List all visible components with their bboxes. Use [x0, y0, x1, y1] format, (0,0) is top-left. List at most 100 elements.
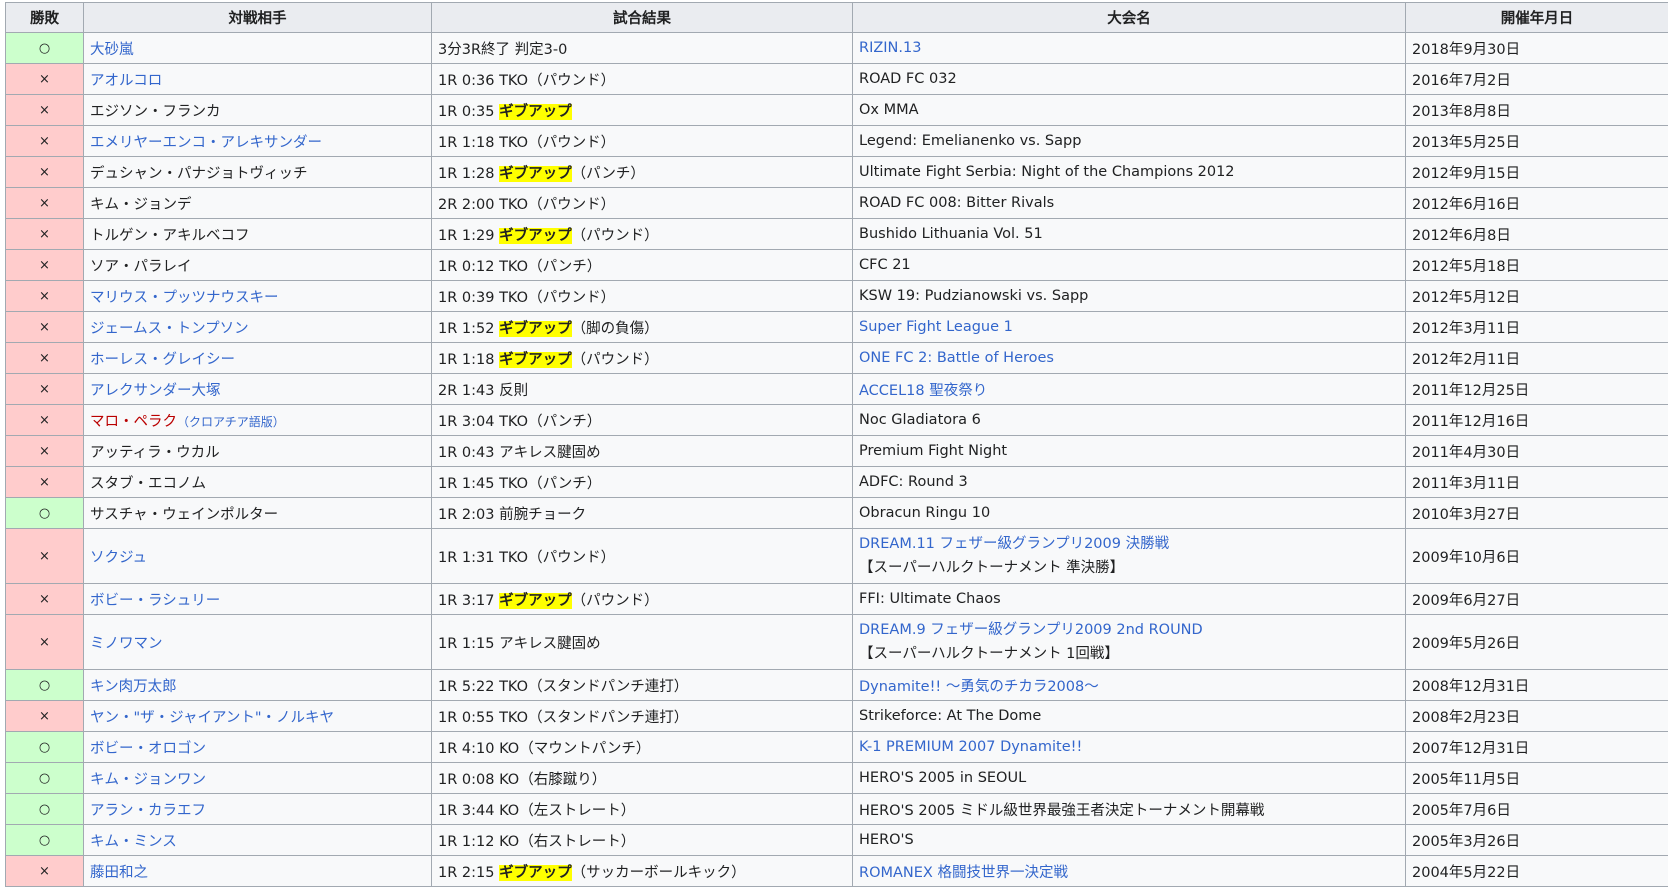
- event-date: 2013年5月25日: [1405, 125, 1668, 157]
- opponent-name[interactable]: ボビー・ラシュリー: [90, 593, 220, 609]
- match-result-text: 1R 5:22 TKO（スタンドパンチ連打）: [438, 678, 689, 695]
- opponent-name[interactable]: アラン・カラエフ: [90, 803, 206, 819]
- opponent-name[interactable]: ジェームス・トンプソン: [90, 321, 249, 337]
- match-result-cell: 1R 0:12 TKO（パンチ）: [431, 249, 853, 281]
- opponent-name[interactable]: ヤン・"ザ・ジャイアント"・ノルキヤ: [90, 710, 334, 726]
- event-cell: HERO'S: [852, 824, 1406, 856]
- giveup-highlight: ギブアップ: [499, 165, 572, 182]
- event-date: 2005年3月26日: [1405, 824, 1668, 856]
- match-result-text: 1R 3:17: [438, 592, 500, 609]
- match-result-text: 2R 1:43 反則: [438, 382, 529, 399]
- event-name: ADFC: Round 3: [859, 474, 968, 490]
- result-win-mark: ○: [5, 32, 84, 64]
- match-result-cell: 1R 3:44 KO（左ストレート）: [431, 793, 853, 825]
- event-name[interactable]: Dynamite!! 〜勇気のチカラ2008〜: [859, 679, 1099, 695]
- result-loss-mark: ×: [5, 373, 84, 405]
- opponent-name: アッティラ・ウカル: [90, 444, 220, 461]
- event-date: 2012年2月11日: [1405, 342, 1668, 374]
- event-date: 2011年4月30日: [1405, 435, 1668, 467]
- match-result-text: 1R 0:12 TKO（パンチ）: [438, 258, 602, 275]
- opponent-cell: ソア・パラレイ: [83, 249, 432, 281]
- table-row: × スタブ・エコノム 1R 1:45 TKO（パンチ） ADFC: Round 3 20…: [5, 466, 1668, 498]
- match-result-cell: 1R 3:17 ギブアップ（パウンド）: [431, 583, 853, 615]
- event-name[interactable]: RIZIN.13: [859, 40, 921, 56]
- event-date: 2007年12月31日: [1405, 731, 1668, 763]
- match-result-detail: （パウンド）: [571, 227, 659, 244]
- opponent-name[interactable]: ホーレス・グレイシー: [90, 352, 235, 368]
- event-name[interactable]: ROMANEX 格闘技世界一決定戦: [859, 865, 1068, 881]
- opponent-name[interactable]: マロ・ペラク: [90, 414, 177, 430]
- event-cell: ROAD FC 008: Bitter Rivals: [852, 187, 1406, 219]
- opponent-name[interactable]: ボビー・オロゴン: [90, 741, 206, 757]
- opponent-cell: エメリヤーエンコ・アレキサンダー: [83, 125, 432, 157]
- event-name: Legend: Emelianenko vs. Sapp: [859, 133, 1082, 149]
- opponent-name[interactable]: エメリヤーエンコ・アレキサンダー: [90, 135, 322, 151]
- event-cell: ONE FC 2: Battle of Heroes: [852, 342, 1406, 374]
- result-loss-mark: ×: [5, 614, 84, 670]
- opponent-name[interactable]: ミノワマン: [90, 636, 163, 652]
- match-result-cell: 2R 2:00 TKO（パウンド）: [431, 187, 853, 219]
- result-loss-mark: ×: [5, 63, 84, 95]
- event-date: 2011年12月25日: [1405, 373, 1668, 405]
- event-name: Premium Fight Night: [859, 443, 1008, 459]
- match-result-text: 2R 2:00 TKO（パウンド）: [438, 196, 616, 213]
- opponent-name[interactable]: 大砂嵐: [90, 42, 134, 58]
- table-row: × アッティラ・ウカル 1R 0:43 アキレス腱固め Premium Fight N…: [5, 435, 1668, 467]
- event-cell: ACCEL18 聖夜祭り: [852, 373, 1406, 405]
- match-result-text: 1R 1:45 TKO（パンチ）: [438, 475, 602, 492]
- match-result-cell: 1R 0:36 TKO（パウンド）: [431, 63, 853, 95]
- event-name[interactable]: DREAM.11 フェザー級グランプリ2009 決勝戦: [859, 532, 1399, 556]
- opponent-cell: ミノワマン: [83, 614, 432, 670]
- opponent-name[interactable]: 藤田和之: [90, 865, 148, 881]
- fight-record-table: 勝敗 対戦相手 試合結果 大会名 開催年月日 ○ 大砂嵐 3分3R終了 判定3-0 R…: [5, 2, 1668, 887]
- opponent-name: トルゲン・アキルベコフ: [90, 227, 250, 244]
- opponent-cell: キン肉万太郎: [83, 669, 432, 701]
- opponent-name[interactable]: アレクサンダー大塚: [90, 383, 221, 399]
- opponent-name[interactable]: キム・ミンス: [90, 834, 177, 850]
- opponent-name[interactable]: マリウス・プッツナウスキー: [90, 290, 279, 306]
- match-result-cell: 1R 0:08 KO（右膝蹴り）: [431, 762, 853, 794]
- event-cell: K-1 PREMIUM 2007 Dynamite!!: [852, 731, 1406, 763]
- opponent-cell: ホーレス・グレイシー: [83, 342, 432, 374]
- event-name[interactable]: DREAM.9 フェザー級グランプリ2009 2nd ROUND: [859, 618, 1399, 642]
- match-result-text: 3分3R終了 判定3-0: [438, 41, 568, 58]
- match-result-cell: 1R 2:15 ギブアップ（サッカーボールキック）: [431, 855, 853, 887]
- opponent-name[interactable]: キン肉万太郎: [90, 679, 177, 695]
- event-date: 2008年12月31日: [1405, 669, 1668, 701]
- event-cell: CFC 21: [852, 249, 1406, 281]
- interlanguage-link[interactable]: （クロアチア語版）: [177, 415, 285, 429]
- event-name[interactable]: Super Fight League 1: [859, 319, 1013, 335]
- event-date: 2011年3月11日: [1405, 466, 1668, 498]
- opponent-cell: キム・ジョンワン: [83, 762, 432, 794]
- event-date: 2012年5月18日: [1405, 249, 1668, 281]
- table-row: × デュシャン・パナジョトヴィッチ 1R 1:28 ギブアップ（パンチ） Ultima…: [5, 156, 1668, 188]
- giveup-highlight: ギブアップ: [499, 864, 572, 881]
- table-row: × アレクサンダー大塚 2R 1:43 反則 ACCEL18 聖夜祭り 2011年12月…: [5, 373, 1668, 405]
- event-date: 2009年5月26日: [1405, 614, 1668, 670]
- opponent-cell: エジソン・フランカ: [83, 94, 432, 126]
- event-cell: Ultimate Fight Serbia: Night of the Cham…: [852, 156, 1406, 188]
- event-cell: Ox MMA: [852, 94, 1406, 126]
- match-result-cell: 1R 1:28 ギブアップ（パンチ）: [431, 156, 853, 188]
- match-result-text: 1R 0:55 TKO（スタンドパンチ連打）: [438, 709, 689, 726]
- event-cell: Premium Fight Night: [852, 435, 1406, 467]
- event-name[interactable]: K-1 PREMIUM 2007 Dynamite!!: [859, 739, 1082, 755]
- event-name[interactable]: ACCEL18 聖夜祭り: [859, 383, 987, 399]
- match-result-detail: （サッカーボールキック）: [571, 864, 746, 881]
- event-name[interactable]: ONE FC 2: Battle of Heroes: [859, 350, 1054, 366]
- opponent-cell: マリウス・プッツナウスキー: [83, 280, 432, 312]
- opponent-name[interactable]: ソクジュ: [90, 550, 147, 566]
- table-row: × ホーレス・グレイシー 1R 1:18 ギブアップ（パウンド） ONE FC 2: …: [5, 342, 1668, 374]
- opponent-name: サスチャ・ウェインポルター: [90, 506, 279, 523]
- event-name: CFC 21: [859, 257, 911, 273]
- opponent-name[interactable]: アオルコロ: [90, 73, 162, 89]
- match-result-cell: 1R 1:31 TKO（パウンド）: [431, 528, 853, 584]
- event-name: Noc Gladiatora 6: [859, 412, 981, 428]
- opponent-cell: ジェームス・トンプソン: [83, 311, 432, 343]
- table-row: × キム・ジョンデ 2R 2:00 TKO（パウンド） ROAD FC 008: Bi…: [5, 187, 1668, 219]
- opponent-cell: マロ・ペラク（クロアチア語版）: [83, 404, 432, 436]
- event-date: 2018年9月30日: [1405, 32, 1668, 64]
- match-result-text: 1R 3:04 TKO（パンチ）: [438, 413, 602, 430]
- opponent-name[interactable]: キム・ジョンワン: [90, 772, 206, 788]
- result-win-mark: ○: [5, 762, 84, 794]
